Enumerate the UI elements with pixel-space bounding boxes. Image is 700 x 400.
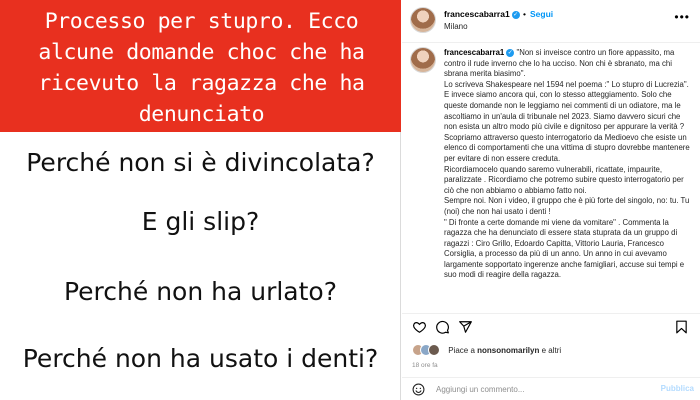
comment-bar: Pubblica — [402, 377, 700, 400]
verified-badge-icon: ✓ — [506, 48, 515, 57]
heart-icon[interactable] — [412, 320, 427, 334]
more-options-icon[interactable]: ••• — [674, 10, 690, 24]
question-2: E gli slip? — [141, 207, 260, 236]
liker-username[interactable]: nonsonomarilyn — [477, 346, 539, 355]
post-image: Processo per stupro. Ecco alcune domande… — [0, 0, 401, 400]
author-username[interactable]: francescabarra1 ✓ — [444, 9, 520, 19]
publish-button[interactable]: Pubblica — [661, 384, 694, 393]
post-header: francescabarra1 ✓ • Segui Milano ••• — [402, 0, 700, 43]
author-avatar[interactable] — [410, 7, 436, 33]
comment-icon[interactable] — [435, 320, 450, 334]
action-bar — [402, 313, 700, 339]
caption-username[interactable]: francescabarra1 — [444, 48, 504, 57]
author-username-text[interactable]: francescabarra1 — [444, 9, 510, 19]
caption-paragraph: Lo scriveva Shakespeare nel 1594 nel poe… — [444, 79, 689, 89]
headline-banner: Processo per stupro. Ecco alcune domande… — [0, 0, 401, 132]
follow-button[interactable]: Segui — [530, 9, 553, 19]
post-timestamp[interactable]: 18 ore fa — [412, 362, 438, 369]
headline-text: Processo per stupro. Ecco alcune domande… — [38, 9, 365, 127]
caption-paragraph: " Di fronte a certe domande mi viene da … — [444, 217, 685, 280]
separator-dot: • — [523, 9, 526, 19]
share-icon[interactable] — [458, 320, 473, 334]
likes-prefix: Piace a — [448, 345, 478, 355]
question-4: Perché non ha usato i denti? — [22, 344, 379, 373]
caption-area: francescabarra1 ✓ "Non si inveisce contro… — [402, 44, 700, 312]
likes-suffix[interactable]: e altri — [539, 346, 562, 355]
caption-avatar[interactable] — [410, 47, 436, 73]
caption-paragraph: Scopriamo attraverso questo interrogator… — [444, 132, 690, 163]
liker-avatar — [428, 344, 440, 356]
question-3: Perché non ha urlato? — [63, 277, 337, 306]
likes-text: Piace a nonsonomarilyn e altri — [448, 346, 561, 355]
verified-badge-icon: ✓ — [511, 10, 520, 19]
emoji-icon[interactable] — [412, 383, 425, 396]
post-details-panel: francescabarra1 ✓ • Segui Milano ••• fran… — [402, 0, 700, 400]
bookmark-icon[interactable] — [674, 320, 689, 334]
question-1: Perché non si è divincolata? — [26, 148, 375, 177]
caption-paragraph: francescabarra1 ✓ "Non si inveisce contro… — [444, 48, 690, 80]
post-location[interactable]: Milano — [444, 22, 468, 31]
caption-paragraph: Ricordiamocelo quando saremo vulnerabili… — [444, 164, 684, 195]
likes-summary: Piace a nonsonomarilyn e altri — [412, 344, 561, 360]
caption-paragraph: E invece siamo ancora qui, con lo stesso… — [444, 90, 685, 132]
comment-input[interactable] — [436, 382, 656, 396]
caption-text: francescabarra1 ✓ "Non si inveisce contro… — [444, 48, 690, 281]
caption-paragraph: Sempre noi. Non i video, il gruppo che è… — [444, 196, 690, 216]
